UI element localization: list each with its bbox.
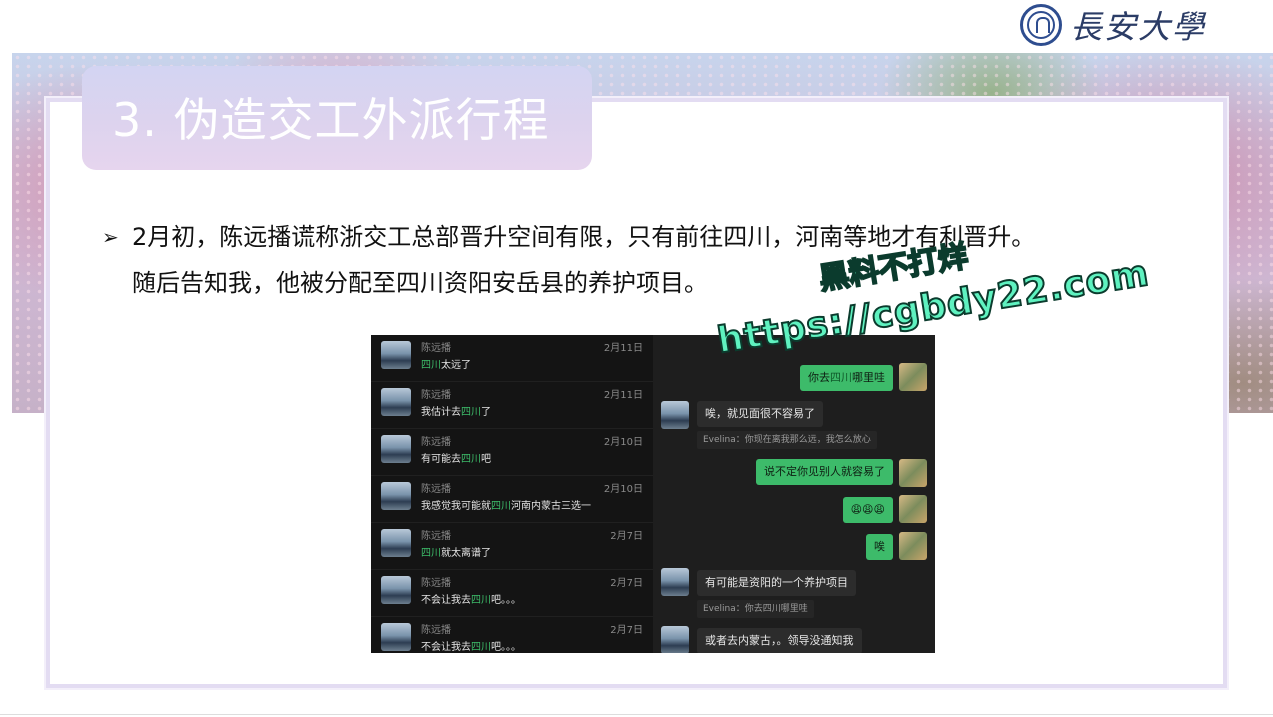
message-preview: 四川太远了 — [421, 360, 471, 371]
contact-name: 陈远播 — [421, 484, 451, 495]
chat-list-item: 陈远播 2月7日 四川就太离谱了 — [371, 523, 653, 570]
body-line-1: 2月初，陈远播谎称浙交工总部晋升空间有限，只有前往四川，河南等地才有利晋升。 — [132, 223, 1036, 251]
message-date: 2月10日 — [603, 484, 643, 495]
university-name: 長安大學 — [1070, 8, 1207, 46]
received-message: 唉，就见面很不容易了 — [697, 401, 823, 427]
sender-avatar — [899, 363, 927, 391]
contact-avatar — [661, 401, 689, 429]
contact-avatar — [381, 623, 411, 651]
chat-list-item: 陈远播 2月7日 不会让我去四川吧。。。 — [371, 617, 653, 653]
chat-list-item: 陈远播 2月7日 不会让我去四川吧。。。 — [371, 570, 653, 617]
chat-list-item: 陈远播 2月10日 有可能去四川吧 — [371, 429, 653, 476]
message-date: 2月7日 — [610, 625, 643, 636]
contact-name: 陈远播 — [421, 390, 451, 401]
message-date: 2月7日 — [610, 531, 643, 542]
message-date: 2月11日 — [603, 390, 643, 401]
message-date: 2月11日 — [603, 343, 643, 354]
bullet-item: ➢ 2月初，陈远播谎称浙交工总部晋升空间有限，只有前往四川，河南等地才有利晋升。 — [102, 214, 1182, 260]
message-date: 2月7日 — [610, 578, 643, 589]
contact-avatar — [381, 341, 411, 369]
contact-avatar — [381, 482, 411, 510]
message-preview: 四川就太离谱了 — [421, 548, 491, 559]
contact-avatar — [381, 388, 411, 416]
arrow-bullet-icon: ➢ — [102, 225, 119, 249]
message-preview: 不会让我去四川吧。。。 — [421, 595, 521, 606]
chat-list-item: 陈远播 2月11日 我估计去四川了 — [371, 382, 653, 429]
body-line-2: 随后告知我，他被分配至四川资阳安岳县的养护项目。 — [132, 269, 708, 297]
sent-message: 唉 — [866, 534, 893, 560]
contact-avatar — [381, 576, 411, 604]
footer-divider — [0, 714, 1273, 715]
message-preview: 我估计去四川了 — [421, 407, 491, 418]
message-preview: 不会让我去四川吧。。。 — [421, 642, 521, 653]
sent-message: 说不定你见别人就容易了 — [756, 459, 893, 485]
contact-name: 陈远播 — [421, 343, 451, 354]
contact-avatar — [381, 529, 411, 557]
title-box: 3. 伪造交工外派行程 — [82, 66, 592, 170]
sent-message: 😩😩😩 — [842, 497, 893, 523]
received-message: 或者去内蒙古，。领导没通知我 — [697, 628, 862, 653]
contact-avatar — [661, 626, 689, 653]
contact-name: 陈远播 — [421, 625, 451, 636]
message-date: 2月10日 — [603, 437, 643, 448]
contact-name: 陈远播 — [421, 437, 451, 448]
sender-avatar — [899, 459, 927, 487]
chat-screenshot: 陈远播 2月11日 四川太远了 陈远播 2月11日 我估计去四川了 陈远播 2月… — [371, 335, 935, 653]
sent-message: 你去四川哪里哇 — [800, 365, 893, 391]
body-text: ➢ 2月初，陈远播谎称浙交工总部晋升空间有限，只有前往四川，河南等地才有利晋升。… — [102, 214, 1182, 306]
contact-name: 陈远播 — [421, 531, 451, 542]
contact-avatar — [661, 568, 689, 596]
chat-search-results: 陈远播 2月11日 四川太远了 陈远播 2月11日 我估计去四川了 陈远播 2月… — [371, 335, 653, 653]
message-preview: 我感觉我可能就四川河南内蒙古三选一 — [421, 501, 591, 512]
quoted-message: Evelina：你去四川哪里哇 — [697, 600, 814, 618]
chat-list-item: 陈远播 2月10日 我感觉我可能就四川河南内蒙古三选一 — [371, 476, 653, 523]
slide-title: 3. 伪造交工外派行程 — [112, 93, 550, 147]
chat-conversation: 你去四川哪里哇 唉，就见面很不容易了 Evelina：你现在离我那么远，我怎么放… — [653, 335, 935, 653]
university-seal-icon — [1020, 4, 1062, 46]
chat-list-item: 陈远播 2月11日 四川太远了 — [371, 335, 653, 382]
contact-name: 陈远播 — [421, 578, 451, 589]
sender-avatar — [899, 532, 927, 560]
sender-avatar — [899, 495, 927, 523]
quoted-message: Evelina：你现在离我那么远，我怎么放心 — [697, 431, 877, 449]
received-message: 有可能是资阳的一个养护项目 — [697, 570, 856, 596]
message-preview: 有可能去四川吧 — [421, 454, 491, 465]
contact-avatar — [381, 435, 411, 463]
university-logo: 長安大學 — [1020, 2, 1210, 48]
